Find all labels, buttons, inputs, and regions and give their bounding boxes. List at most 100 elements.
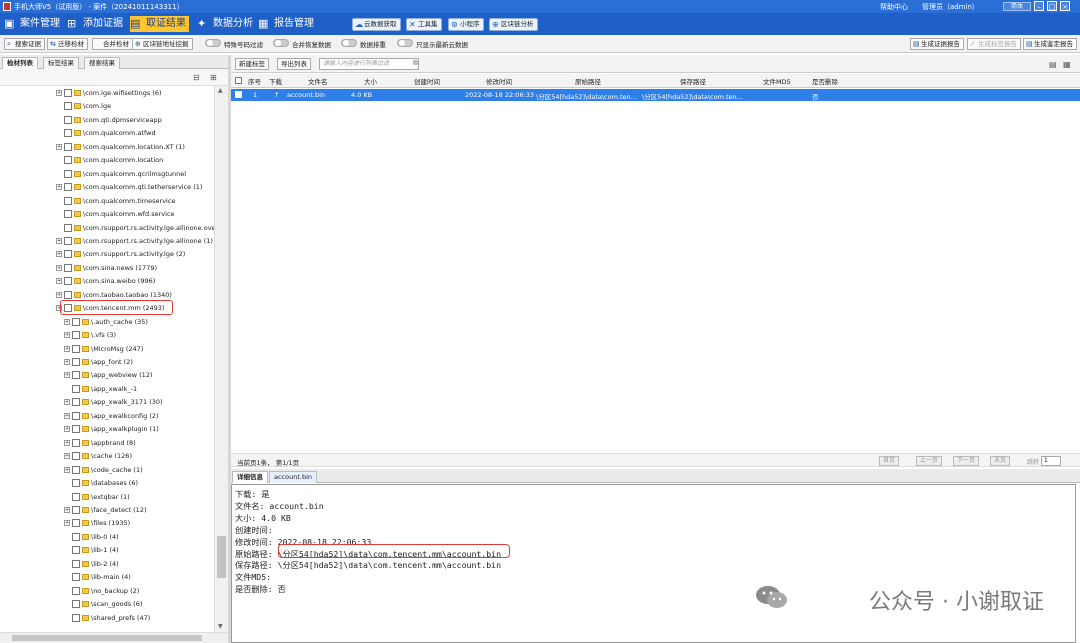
cloud-data-button[interactable]: ☁ 云数据获取 <box>352 18 401 31</box>
generate-tag-report-button[interactable]: ✓ 生成标签报告 <box>967 38 1021 50</box>
expand-icon[interactable]: + <box>64 453 70 460</box>
scroll-thumb[interactable] <box>12 635 202 641</box>
tree-node[interactable]: + \app_xwalkconfig (2) <box>64 410 214 422</box>
tree-node[interactable]: + \face_detect (12) <box>64 504 214 516</box>
tree-node[interactable]: + \com.tencent.mm (2493) <box>56 300 214 316</box>
tree-checkbox[interactable] <box>72 505 80 514</box>
merge-material-button[interactable]: 合并检材 <box>92 38 133 50</box>
nav-report-management[interactable]: ▦ 报告管理 <box>258 16 314 32</box>
tree-checkbox[interactable] <box>72 519 80 528</box>
new-tag-button[interactable]: 新建标签 <box>235 58 269 70</box>
tree-node[interactable]: + \appbrand (8) <box>64 437 214 449</box>
tree-checkbox[interactable] <box>64 196 72 205</box>
tree-checkbox[interactable] <box>72 398 80 407</box>
tree-checkbox[interactable] <box>64 169 72 178</box>
tree-node[interactable]: \com.qti.dpmserviceapp <box>56 114 214 126</box>
language-select[interactable]: 简体 <box>1003 2 1031 11</box>
tree-node[interactable]: + \com.qualcomm.location.XT (1) <box>56 141 214 153</box>
toggle-latest-cloud[interactable] <box>397 39 413 47</box>
tree-checkbox[interactable] <box>64 102 72 111</box>
tree-node[interactable]: \com.qualcomm.qcrilmsgtunnel <box>56 168 214 180</box>
tree-node[interactable]: \lib-0 (4) <box>64 531 214 543</box>
expand-icon[interactable]: + <box>64 506 70 513</box>
search-evidence-button[interactable]: ⌕ 搜索证据 <box>4 38 45 50</box>
tree-checkbox[interactable] <box>72 384 80 393</box>
tree-node[interactable]: + \.vfs (3) <box>64 329 214 341</box>
tree-checkbox[interactable] <box>64 263 72 272</box>
tree-checkbox[interactable] <box>72 573 80 582</box>
tab-file-preview[interactable]: account.bin <box>269 471 318 483</box>
nav-case-management[interactable]: ▣ 案件管理 <box>4 16 60 32</box>
migrate-material-button[interactable]: ⇆ 迁移检材 <box>47 38 88 50</box>
clear-filter-icon[interactable]: ⊗ <box>412 58 419 67</box>
tree-checkbox[interactable] <box>72 492 80 501</box>
expand-icon[interactable]: + <box>64 372 70 379</box>
tree-checkbox[interactable] <box>64 89 72 97</box>
expand-icon[interactable]: + <box>56 90 62 96</box>
expand-all-icon[interactable]: ⊞ <box>210 73 219 82</box>
tree-node[interactable]: + \files (1935) <box>64 517 214 529</box>
tree-checkbox[interactable] <box>72 479 80 488</box>
tree-checkbox[interactable] <box>72 586 80 595</box>
tree-node[interactable]: \lib-2 (4) <box>64 558 214 570</box>
expand-icon[interactable]: + <box>64 439 70 446</box>
tree-node[interactable]: \com.qualcomm.timeservice <box>56 195 214 207</box>
tree-node[interactable]: + \com.sina.weibo (996) <box>56 275 214 287</box>
tree-checkbox[interactable] <box>72 546 80 555</box>
tree-checkbox[interactable] <box>64 290 72 299</box>
tree-node[interactable]: + \cache (126) <box>64 450 214 462</box>
export-list-button[interactable]: 导出列表 <box>277 58 311 70</box>
generate-evidence-report-button[interactable]: ▤ 生成证据报告 <box>910 38 964 50</box>
tree-checkbox[interactable] <box>64 115 72 124</box>
expand-icon[interactable]: + <box>56 251 62 258</box>
expand-icon[interactable]: + <box>64 520 70 527</box>
toggle-deduplicate[interactable] <box>341 39 357 47</box>
tree-node[interactable]: + \com.sina.news (1779) <box>56 262 214 274</box>
col-header[interactable]: 原始路径 <box>575 76 601 86</box>
tree-node[interactable]: \com.qualcomm.wfd.service <box>56 208 214 220</box>
grid-view-icon[interactable]: ▦ <box>1063 60 1072 69</box>
tree-checkbox[interactable] <box>72 452 80 461</box>
tree-checkbox[interactable] <box>72 425 80 434</box>
download-icon[interactable]: ↑ <box>274 91 279 99</box>
help-link[interactable]: 帮助中心 <box>880 2 908 12</box>
tree-checkbox[interactable] <box>72 411 80 420</box>
tab-material-list[interactable]: 检材列表 <box>2 57 38 69</box>
tree-checkbox[interactable] <box>64 142 72 151</box>
tree-checkbox[interactable] <box>72 371 80 380</box>
tree-checkbox[interactable] <box>72 465 80 474</box>
expand-icon[interactable]: + <box>64 332 70 339</box>
tree-checkbox[interactable] <box>72 317 80 326</box>
row-checkbox[interactable] <box>235 91 242 98</box>
tree-node[interactable]: + \com.lge.wifisettings (6) <box>56 87 214 99</box>
tree-checkbox[interactable] <box>72 344 80 353</box>
col-header[interactable]: 修改时间 <box>486 76 512 86</box>
tab-tag-results[interactable]: 标签结果 <box>43 57 79 69</box>
tree-checkbox[interactable] <box>64 183 72 192</box>
tree-checkbox[interactable] <box>72 532 80 541</box>
list-filter-input[interactable]: 请输入内容进行列表过滤 <box>319 58 419 70</box>
tree-node[interactable]: \databases (6) <box>64 477 214 489</box>
tree-node[interactable]: \extqbar (1) <box>64 491 214 503</box>
tree-node[interactable]: + \app_webview (12) <box>64 369 214 381</box>
tree-vertical-scrollbar[interactable]: ▲ ▼ <box>214 86 228 632</box>
toggle-special-number-filter[interactable] <box>205 39 221 47</box>
tree-node[interactable]: \scan_goods (6) <box>64 598 214 610</box>
tree-node[interactable]: \no_backup (2) <box>64 585 214 597</box>
tree-node[interactable]: \lib-main (4) <box>64 571 214 583</box>
first-page-button[interactable]: 首页 <box>879 456 900 466</box>
tree-node[interactable]: + \app_xwalk_3171 (30) <box>64 396 214 408</box>
col-header[interactable]: 是否删除 <box>812 76 838 86</box>
blockchain-analysis-button[interactable]: ⊕ 区块链分析 <box>489 18 538 31</box>
tree-node[interactable]: + \app_xwalkplugin (1) <box>64 423 214 435</box>
close-button[interactable]: × <box>1060 1 1070 11</box>
toolset-button[interactable]: ✕ 工具集 <box>406 18 442 31</box>
tree-checkbox[interactable] <box>72 438 80 447</box>
toggle-merge-recovered[interactable] <box>273 39 289 47</box>
next-page-button[interactable]: 下一页 <box>953 456 980 466</box>
blockchain-address-button[interactable]: ⊕ 区块链地址挖掘 <box>132 38 193 50</box>
expand-icon[interactable]: + <box>56 291 62 298</box>
col-header[interactable]: 创建时间 <box>414 76 440 86</box>
tree-node[interactable]: + \com.qualcomm.qti.tetherservice (1) <box>56 181 214 193</box>
maximize-button[interactable]: □ <box>1047 1 1057 11</box>
